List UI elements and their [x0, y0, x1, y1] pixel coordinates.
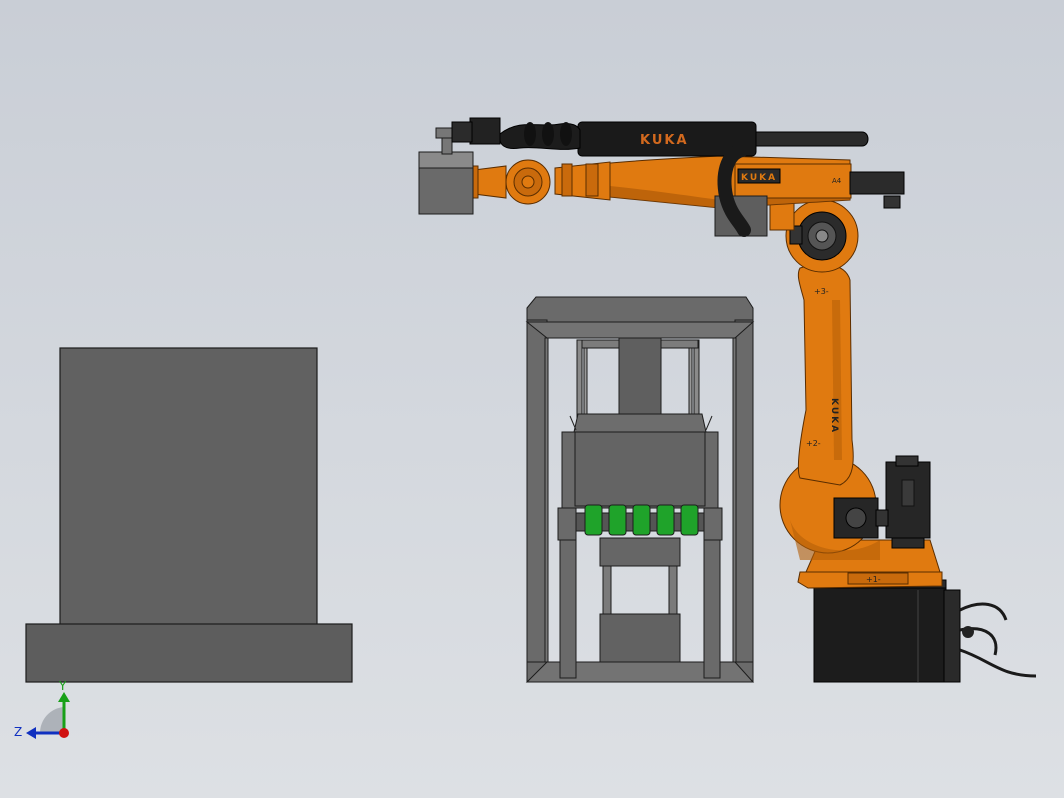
guide-rod-left	[576, 339, 583, 419]
green-roller-5	[680, 504, 699, 536]
frame-inner-right-line	[732, 337, 737, 663]
wrist	[469, 159, 611, 205]
triad-x-origin	[59, 728, 69, 738]
left-block-base	[25, 623, 353, 683]
lower-rod-left	[602, 565, 612, 615]
press-frame-assembly[interactable]	[525, 296, 755, 683]
dresspack-rear-hose	[755, 131, 869, 147]
left-block-assembly[interactable]	[25, 347, 353, 683]
elbow-motor-center	[815, 229, 829, 243]
coordinate-triad-icon: Y Z	[14, 679, 70, 739]
brand-arm-label: KUKA	[829, 398, 839, 434]
frame-outer-right-post	[734, 319, 754, 683]
wrist-ring-2	[585, 163, 599, 197]
a4-motor-extension	[849, 171, 905, 195]
a2-motor	[885, 455, 931, 549]
a2-motor-foot	[891, 537, 925, 549]
controller-cable-1	[959, 602, 1008, 621]
holder-pin-right	[705, 415, 713, 431]
guide-rod-left-2	[583, 339, 588, 419]
controller-cable-3	[959, 648, 1037, 678]
brand-upper-label: KUKA	[640, 133, 689, 148]
bellows-ring-2	[542, 122, 554, 146]
guide-rod-right	[693, 339, 700, 419]
lower-arm	[797, 263, 854, 486]
upper-die-holder	[573, 413, 707, 433]
a1-motor-hub	[845, 507, 867, 529]
wrist-a6-flange	[473, 165, 507, 199]
a1-motor	[833, 497, 889, 539]
left-block-body	[59, 347, 318, 626]
lower-base-block	[599, 613, 681, 663]
triad-y-label: Y	[58, 679, 67, 693]
frame-top-cap	[526, 296, 754, 323]
a2-motor-detail	[901, 479, 915, 507]
elbow-a3	[769, 199, 859, 273]
cable-connector	[962, 626, 974, 638]
side-bracket-left	[557, 507, 577, 541]
green-roller-1	[584, 504, 603, 536]
press-ram	[618, 337, 662, 415]
triad-y-arrow	[58, 692, 70, 702]
green-roller-2	[608, 504, 627, 536]
dresspack-front-coupling	[469, 117, 501, 145]
controller-box	[813, 585, 947, 683]
triad-z-arrow	[26, 727, 36, 739]
lower-post-right	[703, 539, 721, 679]
holder-pin-left	[569, 415, 577, 431]
frame-top-inner-chamfer	[525, 321, 755, 339]
controller-side	[943, 589, 961, 683]
die-body-core	[574, 431, 706, 507]
axis-a4-label: A4	[832, 177, 842, 185]
bellows-ring-1	[524, 122, 536, 146]
lower-rod-right	[668, 565, 678, 615]
a1-motor-connector	[875, 509, 889, 527]
axis-a1-label: +1-	[866, 575, 881, 584]
kuka-robot[interactable]: +1- KUKA +2- +3- KUKA A4 KUKA	[418, 117, 1037, 683]
a4-motor-cap	[883, 195, 901, 209]
dresspack-front-nozzle	[451, 121, 473, 143]
gripper-block	[418, 167, 474, 215]
triad-arc	[39, 707, 64, 733]
frame-inner-left-line	[544, 337, 549, 663]
wrist-a5-center	[521, 175, 535, 189]
cad-viewport[interactable]: +1- KUKA +2- +3- KUKA A4 KUKA Y Z	[0, 0, 1064, 798]
robot-controller-base	[809, 579, 1037, 683]
triad-z-label: Z	[14, 725, 22, 739]
bellows-ring-3	[560, 122, 572, 146]
green-roller-4	[656, 504, 675, 536]
green-roller-3	[632, 504, 651, 536]
lower-die-block	[599, 537, 681, 567]
side-bracket-right	[703, 507, 723, 541]
axis-a2-label: +2-	[806, 439, 821, 448]
wrist-ring-1	[561, 163, 573, 197]
lower-post-left	[559, 539, 577, 679]
brand-joint-label: KUKA	[741, 173, 777, 183]
frame-outer-left-post	[526, 319, 548, 683]
a2-motor-cap	[895, 455, 919, 467]
guide-rod-right-2	[688, 339, 693, 419]
green-roller-set	[584, 504, 699, 536]
axis-a3-label: +3-	[814, 287, 829, 296]
